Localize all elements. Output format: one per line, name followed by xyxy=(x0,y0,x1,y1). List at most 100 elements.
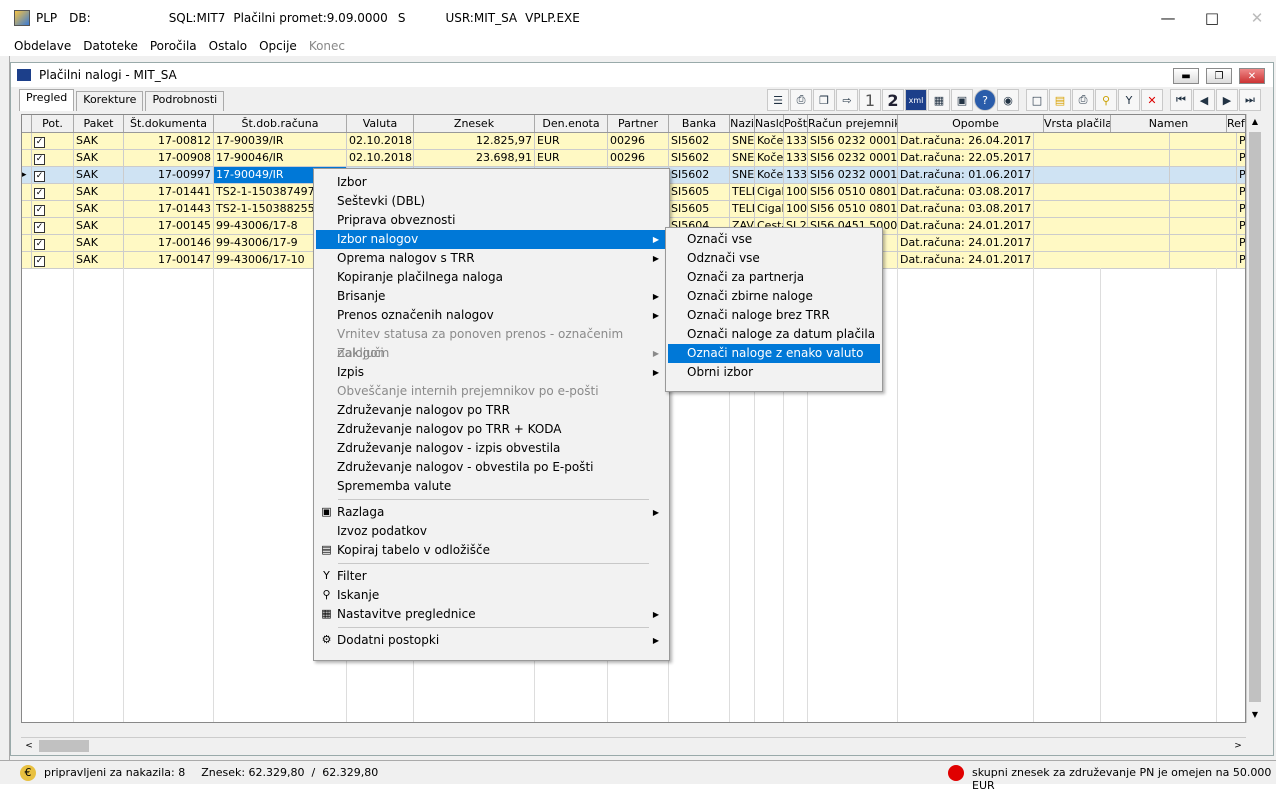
scroll-down-icon[interactable]: ▼ xyxy=(1247,707,1263,723)
tab-pregled[interactable]: Pregled xyxy=(19,89,75,111)
new-icon[interactable]: □ xyxy=(1026,89,1048,111)
col-naziv[interactable]: Nazi xyxy=(730,115,755,132)
table-row[interactable]: ✓ SAK 17-00908 17-90046/IR 02.10.2018 23.698,… xyxy=(22,150,1245,167)
menu-item-izpis[interactable]: Izpis ▶ xyxy=(316,363,667,382)
table-row[interactable]: ✓ SAK 17-00812 17-90039/IR 02.10.2018 12.825,… xyxy=(22,133,1245,150)
cell-pot[interactable]: ✓ xyxy=(32,218,74,234)
menu-item-obveščanje-internih-prejemnikov-po-e-pošti[interactable]: Obveščanje internih prejemnikov po e-poš… xyxy=(316,382,667,401)
list-icon[interactable]: ☰ xyxy=(767,89,789,111)
one-icon[interactable]: 1 xyxy=(859,89,881,111)
checkbox[interactable]: ✓ xyxy=(34,222,45,233)
checkbox[interactable]: ✓ xyxy=(34,239,45,250)
cell-pot[interactable]: ✓ xyxy=(32,235,74,251)
tab-korekture[interactable]: Korekture xyxy=(76,91,144,111)
menu-item-izbor[interactable]: Izbor xyxy=(316,173,667,192)
checkbox[interactable]: ✓ xyxy=(34,205,45,216)
menu-datoteke[interactable]: Datoteke xyxy=(77,39,144,53)
col-den-enota[interactable]: Den.enota xyxy=(535,115,608,132)
scroll-up-icon[interactable]: ▲ xyxy=(1247,114,1263,130)
open-icon[interactable]: ▤ xyxy=(1049,89,1071,111)
checkbox[interactable]: ✓ xyxy=(34,171,45,182)
col-namen[interactable]: Namen xyxy=(1111,115,1227,132)
mdi-restore-button[interactable]: ❐ xyxy=(1206,68,1232,84)
cell-pot[interactable]: ✓ xyxy=(32,150,74,166)
mdi-close-button[interactable]: ✕ xyxy=(1239,68,1265,84)
next-icon[interactable]: ▶ xyxy=(1216,89,1238,111)
menu-obdelave[interactable]: Obdelave xyxy=(8,39,77,53)
menu-item-označi-naloge-z-enako-valuto[interactable]: Označi naloge z enako valuto xyxy=(668,344,880,363)
col-znesek[interactable]: Znesek xyxy=(414,115,535,132)
col-banka[interactable]: Banka xyxy=(669,115,730,132)
maximize-button[interactable]: □ xyxy=(1189,0,1235,36)
last-icon[interactable]: ⏭ xyxy=(1239,89,1261,111)
vertical-scrollbar[interactable]: ▲ ▼ xyxy=(1246,114,1263,723)
cell-pot[interactable]: ✓ xyxy=(32,252,74,268)
col-vrsta-placila[interactable]: Vrsta plačila xyxy=(1044,115,1111,132)
col-pot[interactable]: Pot. xyxy=(32,115,74,132)
menu-item-odznači-vse[interactable]: Odznači vse xyxy=(668,249,880,268)
camera-icon[interactable]: ◉ xyxy=(997,89,1019,111)
menu-item-označi-vse[interactable]: Označi vse xyxy=(668,230,880,249)
menu-item-združevanje-nalogov-obvestila-po-e-pošti[interactable]: Združevanje nalogov - obvestila po E-poš… xyxy=(316,458,667,477)
col-naslov[interactable]: Naslo xyxy=(755,115,784,132)
tab-podrobnosti[interactable]: Podrobnosti xyxy=(145,91,225,111)
cell-pot[interactable]: ✓ xyxy=(32,133,74,149)
menu-ostalo[interactable]: Ostalo xyxy=(203,39,253,53)
menu-item-zaključi[interactable]: Zaključi ▶ xyxy=(316,344,667,363)
menu-item-kopiraj-tabelo-v-odložišče[interactable]: Kopiraj tabelo v odložišče ▤ xyxy=(316,541,667,560)
search-icon[interactable]: ⚲ xyxy=(1095,89,1117,111)
col-valuta[interactable]: Valuta xyxy=(347,115,414,132)
col-posta[interactable]: Pošt xyxy=(784,115,808,132)
menu-item-oprema-nalogov-s-trr[interactable]: Oprema nalogov s TRR ▶ xyxy=(316,249,667,268)
menu-item-združevanje-nalogov-po-trr[interactable]: Združevanje nalogov po TRR xyxy=(316,401,667,420)
col-ref[interactable]: Ref. p xyxy=(1227,115,1245,132)
checkbox[interactable]: ✓ xyxy=(34,256,45,267)
menu-item-izvoz-podatkov[interactable]: Izvoz podatkov xyxy=(316,522,667,541)
first-icon[interactable]: ⏮ xyxy=(1170,89,1192,111)
export-icon[interactable]: ⇨ xyxy=(836,89,858,111)
delete-icon[interactable]: ✕ xyxy=(1141,89,1163,111)
menu-item-sprememba-valute[interactable]: Sprememba valute xyxy=(316,477,667,496)
filter-icon[interactable]: Y xyxy=(1118,89,1140,111)
col-racun-prejemnika[interactable]: Račun prejemnika xyxy=(808,115,898,132)
menu-item-seštevki-dbl[interactable]: Seštevki (DBL) xyxy=(316,192,667,211)
screen-icon[interactable]: ▣ xyxy=(951,89,973,111)
menu-item-vrnitev-statusa-za-ponoven-prenos-označenim-nalogom[interactable]: Vrnitev statusa za ponoven prenos - ozna… xyxy=(316,325,667,360)
menu-item-označi-zbirne-naloge[interactable]: Označi zbirne naloge xyxy=(668,287,880,306)
checkbox[interactable]: ✓ xyxy=(34,154,45,165)
menu-opcije[interactable]: Opcije xyxy=(253,39,303,53)
col-opombe[interactable]: Opombe xyxy=(908,115,1044,132)
scroll-right-icon[interactable]: > xyxy=(1230,738,1246,754)
menu-item-nastavitve-preglednice[interactable]: Nastavitve preglednice ▦ ▶ xyxy=(316,605,667,624)
menu-item-označi-naloge-za-datum-plačila[interactable]: Označi naloge za datum plačila xyxy=(668,325,880,344)
col-st-dob-racuna[interactable]: Št.dob.računa xyxy=(214,115,347,132)
print-icon[interactable]: ⎙ xyxy=(790,89,812,111)
prev-icon[interactable]: ◀ xyxy=(1193,89,1215,111)
menu-konec[interactable]: Konec xyxy=(303,39,351,53)
scroll-left-icon[interactable]: < xyxy=(21,738,37,754)
form-icon[interactable]: ▦ xyxy=(928,89,950,111)
menu-item-označi-za-partnerja[interactable]: Označi za partnerja xyxy=(668,268,880,287)
cell-pot[interactable]: ✓ xyxy=(32,167,74,183)
two-icon[interactable]: 2 xyxy=(882,89,904,111)
menu-item-izbor-nalogov[interactable]: Izbor nalogov ▶ xyxy=(316,230,667,249)
mdi-minimize-button[interactable]: ▬ xyxy=(1173,68,1199,84)
minimize-button[interactable]: — xyxy=(1145,0,1191,36)
menu-item-razlaga[interactable]: Razlaga ▣ ▶ xyxy=(316,503,667,522)
menu-item-združevanje-nalogov-izpis-obvestila[interactable]: Združevanje nalogov - izpis obvestila xyxy=(316,439,667,458)
col-partner[interactable]: Partner xyxy=(608,115,669,132)
menu-item-kopiranje-plačilnega-naloga[interactable]: Kopiranje plačilnega naloga xyxy=(316,268,667,287)
menu-item-obrni-izbor[interactable]: Obrni izbor xyxy=(668,363,880,382)
cell-pot[interactable]: ✓ xyxy=(32,201,74,217)
col-st-dokumenta[interactable]: Št.dokumenta xyxy=(124,115,214,132)
hscroll-thumb[interactable] xyxy=(39,740,89,752)
menu-item-priprava-obveznosti[interactable]: Priprava obveznosti xyxy=(316,211,667,230)
menu-item-označi-naloge-brez-trr[interactable]: Označi naloge brez TRR xyxy=(668,306,880,325)
menu-item-iskanje[interactable]: Iskanje ⚲ xyxy=(316,586,667,605)
menu-item-prenos-označenih-nalogov[interactable]: Prenos označenih nalogov ▶ xyxy=(316,306,667,325)
close-button[interactable]: ✕ xyxy=(1234,0,1276,36)
checkbox[interactable]: ✓ xyxy=(34,188,45,199)
checkbox[interactable]: ✓ xyxy=(34,137,45,148)
menu-item-filter[interactable]: Filter Y xyxy=(316,567,667,586)
menu-item-brisanje[interactable]: Brisanje ▶ xyxy=(316,287,667,306)
